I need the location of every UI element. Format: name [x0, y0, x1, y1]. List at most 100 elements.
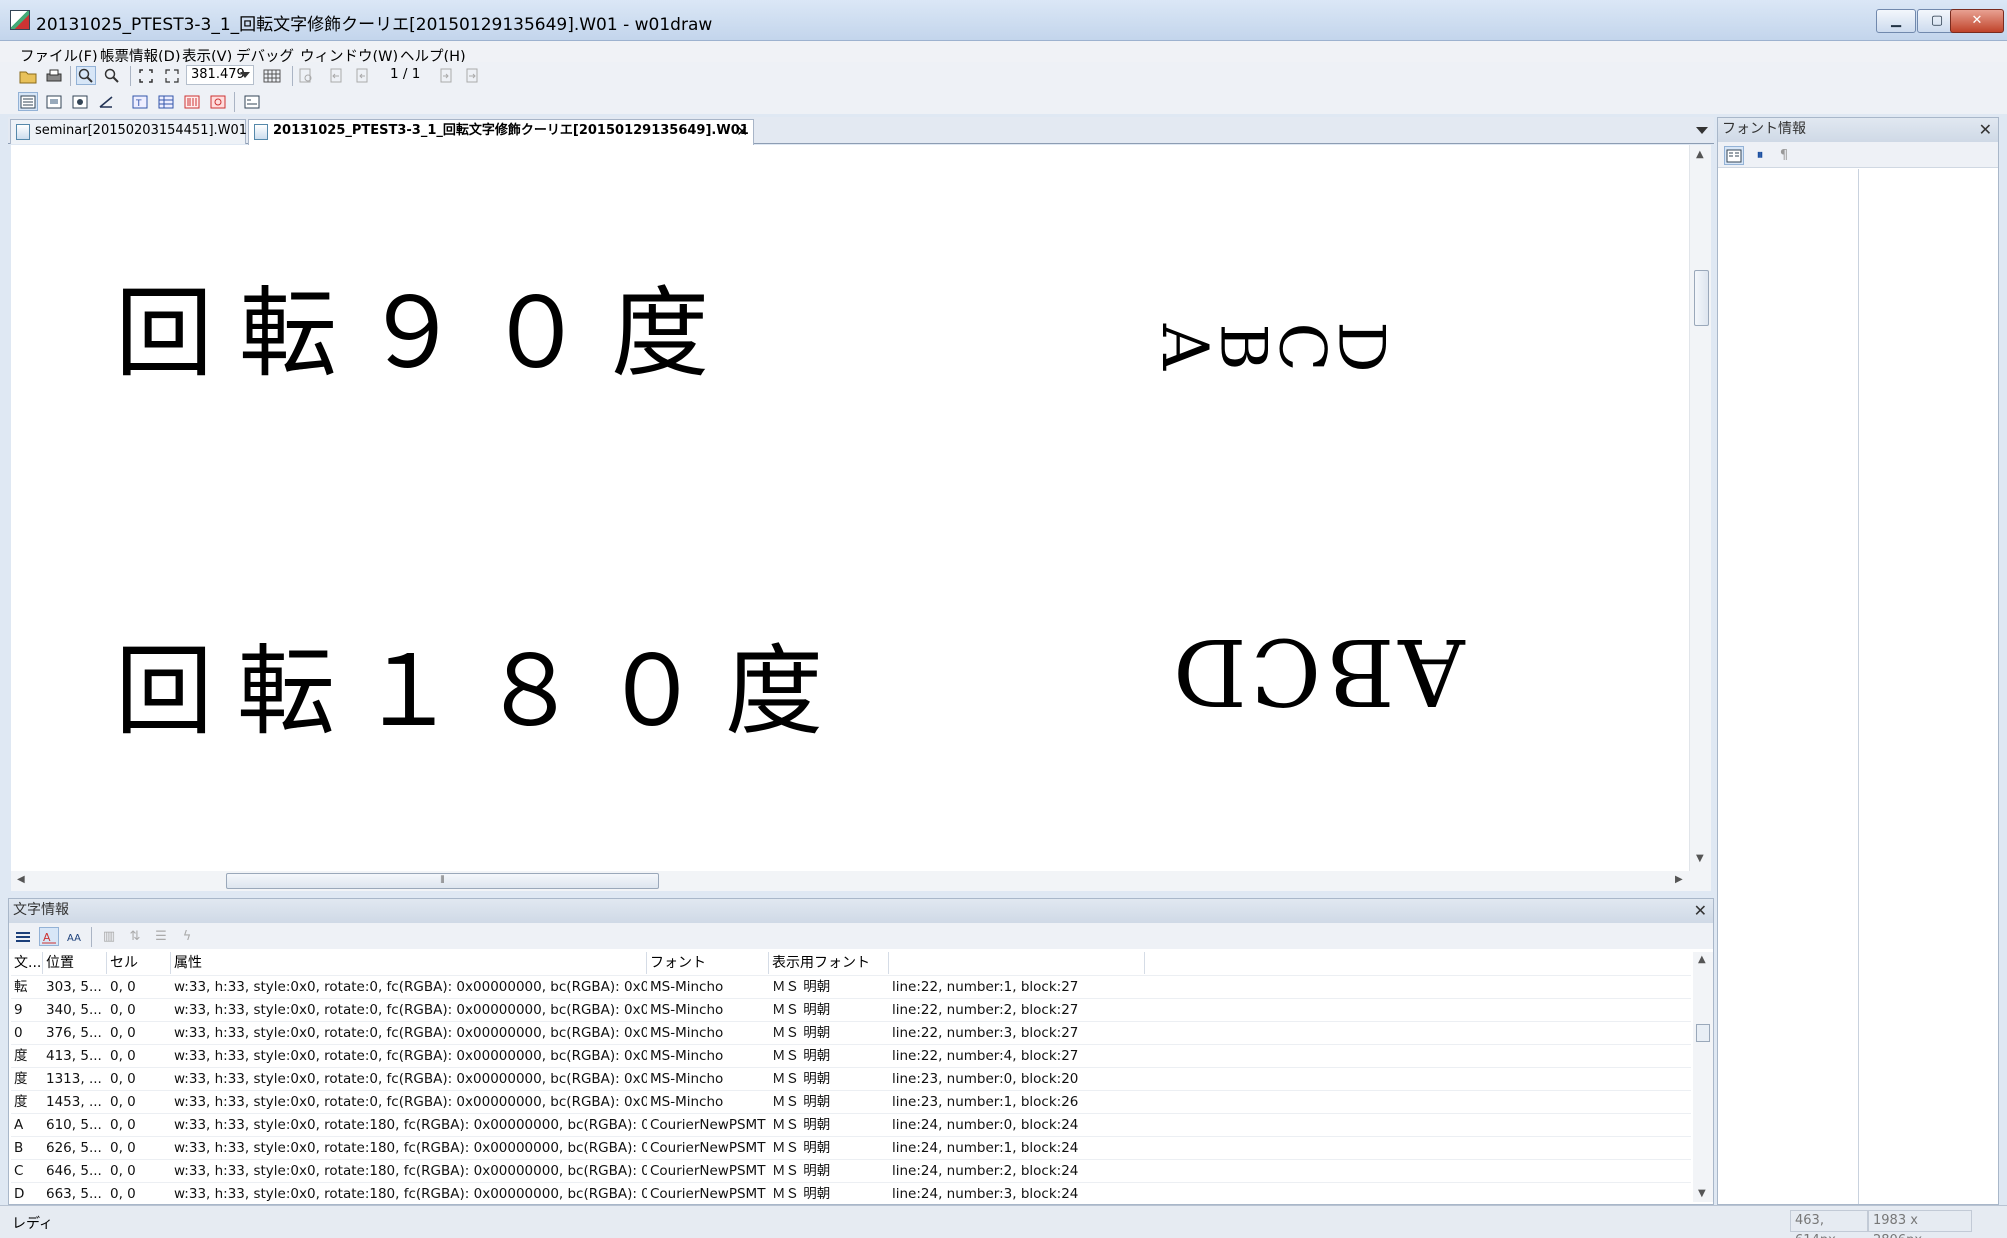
table-vertical-scrollbar[interactable]: ▲ ▼	[1693, 952, 1713, 1202]
cell-font: CourierNewPSMT	[650, 1163, 766, 1179]
columns-icon[interactable]: ▥	[99, 927, 119, 946]
column-header[interactable]: 位置	[43, 952, 107, 974]
panel-toolbar: A AA ▥ ⇅ ☰ ϟ	[9, 923, 1713, 949]
column-header[interactable]	[889, 952, 1145, 974]
cell-char: 度	[14, 1071, 28, 1087]
cell-position: 303, 5...	[46, 979, 102, 995]
properties-icon[interactable]	[242, 92, 262, 111]
grid-icon[interactable]	[262, 66, 282, 85]
scroll-down-icon[interactable]: ▼	[1696, 853, 1704, 864]
scroll-thumb[interactable]: ⦀	[226, 873, 659, 889]
table-row[interactable]: 度 413, 5... 0, 0 w:33, h:33, style:0x0, rot…	[11, 1044, 1691, 1067]
minimize-button[interactable]: ▁	[1876, 9, 1916, 33]
scroll-left-icon[interactable]: ◀	[17, 874, 25, 885]
table-row[interactable]: 0 376, 5... 0, 0 w:33, h:33, style:0x0, rot…	[11, 1021, 1691, 1044]
tab-rotated-text[interactable]: 20131025_PTEST3-3_1_回転文字修飾クーリエ[201501291…	[248, 119, 754, 145]
grid-view-icon[interactable]	[13, 927, 33, 946]
panel-header: 文字情報 ✕	[9, 899, 1713, 923]
tab-label: 20131025_PTEST3-3_1_回転文字修飾クーリエ[201501291…	[273, 123, 749, 138]
close-icon[interactable]: ✕	[1979, 118, 1992, 141]
open-folder-icon[interactable]	[18, 66, 38, 85]
zoom-out-icon[interactable]	[102, 66, 122, 85]
close-button[interactable]: ✕	[1950, 9, 2004, 33]
print-icon[interactable]	[44, 66, 64, 85]
frame-view-icon[interactable]	[44, 92, 64, 111]
table-row[interactable]: 度 1313, ... 0, 0 w:33, h:33, style:0x0, rot…	[11, 1067, 1691, 1090]
pause-icon[interactable]: ⏸	[1750, 146, 1770, 165]
cell-cell: 0, 0	[110, 979, 136, 995]
table-row[interactable]: 度 1453, ... 0, 0 w:33, h:33, style:0x0, rot…	[11, 1090, 1691, 1113]
fit-page-icon[interactable]	[136, 66, 156, 85]
scroll-thumb[interactable]	[1694, 270, 1709, 326]
last-page-icon[interactable]	[462, 66, 482, 85]
tab-seminar[interactable]: seminar[20150203154451].W01	[10, 119, 247, 144]
column-header[interactable]: フォント	[647, 952, 769, 974]
list-icon[interactable]: ☰	[151, 927, 171, 946]
fit-width-icon[interactable]	[162, 66, 182, 85]
cell-line-info: line:23, number:1, block:26	[892, 1094, 1079, 1110]
cell-display-font: ＭＳ 明朝	[772, 1163, 831, 1179]
line-tool-icon[interactable]	[96, 92, 116, 111]
close-icon[interactable]: ✕	[1694, 899, 1707, 922]
main-toolbar	[0, 62, 2007, 88]
table-row[interactable]: B 626, 5... 0, 0 w:33, h:33, style:0x0, rot…	[11, 1136, 1691, 1159]
table-row[interactable]: A 610, 5... 0, 0 w:33, h:33, style:0x0, rot…	[11, 1113, 1691, 1136]
scroll-thumb[interactable]	[1696, 1024, 1710, 1042]
status-bar: レディ 463, 614px 1983 x 2806px	[0, 1205, 2007, 1238]
cell-position: 663, 5...	[46, 1186, 102, 1202]
prev-page-icon[interactable]	[352, 66, 372, 85]
stamp-icon[interactable]	[208, 92, 228, 111]
zoom-select[interactable]: 381.479	[186, 65, 254, 85]
lightning-icon[interactable]: ϟ	[177, 927, 197, 946]
cell-position: 413, 5...	[46, 1048, 102, 1064]
column-header[interactable]: 属性	[171, 952, 647, 974]
document-icon	[16, 124, 30, 140]
cell-display-font: ＭＳ 明朝	[772, 979, 831, 995]
cell-position: 1313, ...	[46, 1071, 102, 1087]
zoom-in-icon[interactable]	[76, 66, 96, 85]
table-row[interactable]: 転 303, 5... 0, 0 w:33, h:33, style:0x0, rot…	[11, 975, 1691, 998]
cell-char: 0	[14, 1025, 23, 1041]
table-row[interactable]: D 663, 5... 0, 0 w:33, h:33, style:0x0, rot…	[11, 1182, 1691, 1205]
column-header[interactable]: 表示用フォント	[769, 952, 889, 974]
first-page-icon[interactable]	[326, 66, 346, 85]
barcode-icon[interactable]	[182, 92, 202, 111]
panel-title: フォント情報	[1722, 121, 1806, 137]
font-list-icon[interactable]	[1724, 146, 1744, 165]
text-attribute-icon[interactable]: A	[39, 927, 59, 946]
cell-position: 646, 5...	[46, 1163, 102, 1179]
font-compare-icon[interactable]: AA	[65, 927, 85, 946]
cell-line-info: line:24, number:2, block:24	[892, 1163, 1079, 1179]
table-row[interactable]: 9 340, 5... 0, 0 w:33, h:33, style:0x0, rot…	[11, 998, 1691, 1021]
cell-display-font: ＭＳ 明朝	[772, 1094, 831, 1110]
image-view-icon[interactable]	[70, 92, 90, 111]
table-icon[interactable]	[156, 92, 176, 111]
font-info-panel: フォント情報 ✕ ⏸ ¶	[1717, 117, 1999, 1205]
chevron-down-icon[interactable]	[1696, 127, 1708, 134]
column-header[interactable]: セル	[107, 952, 171, 974]
upside-down-text: ABCD	[1169, 618, 1465, 725]
document-icon	[254, 124, 268, 140]
scroll-down-icon[interactable]: ▼	[1698, 1188, 1706, 1199]
pilcrow-icon[interactable]: ¶	[1774, 146, 1794, 165]
sort-icon[interactable]: ⇅	[125, 927, 145, 946]
next-page-icon[interactable]	[436, 66, 456, 85]
scroll-up-icon[interactable]: ▲	[1696, 149, 1704, 160]
svg-text:AA: AA	[67, 933, 81, 944]
text-box-icon[interactable]: T	[130, 92, 150, 111]
cell-attributes: w:33, h:33, style:0x0, rotate:0, fc(RGBA…	[174, 1071, 647, 1087]
list-view-icon[interactable]	[18, 92, 38, 111]
close-icon[interactable]: ✕	[736, 121, 748, 143]
canvas-horizontal-scrollbar[interactable]: ◀ ⦀ ▶	[11, 871, 1711, 891]
table-row[interactable]: C 646, 5... 0, 0 w:33, h:33, style:0x0, rot…	[11, 1159, 1691, 1182]
cell-display-font: ＭＳ 明朝	[772, 1025, 831, 1041]
cell-font: MS-Mincho	[650, 1048, 724, 1064]
column-header[interactable]: 文...	[11, 952, 43, 974]
document-canvas[interactable]: 回転９０度 A B C D 回転１８０度 ABCD	[11, 145, 1689, 871]
scroll-right-icon[interactable]: ▶	[1675, 874, 1683, 885]
scroll-up-icon[interactable]: ▲	[1698, 954, 1706, 965]
panel-title: 文字情報	[13, 902, 69, 918]
canvas-vertical-scrollbar[interactable]: ▲ ▼	[1689, 145, 1711, 871]
page-search-icon[interactable]	[296, 66, 316, 85]
cell-char: 9	[14, 1002, 23, 1018]
